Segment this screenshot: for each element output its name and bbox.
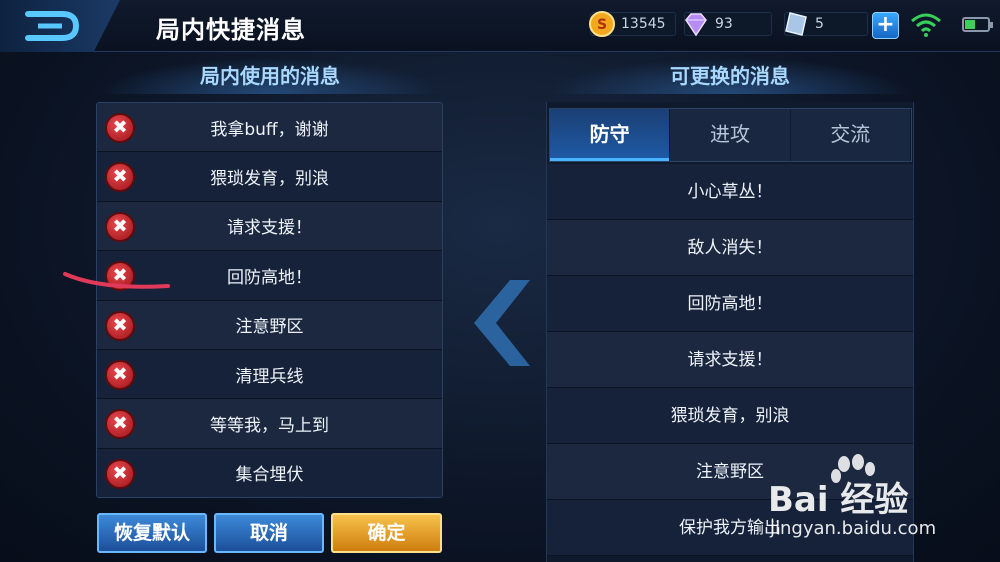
reset-default-button[interactable]: 恢复默认 (97, 513, 207, 553)
list-item[interactable]: ✖ 注意野区 (97, 300, 442, 350)
tab-1[interactable]: 进攻 (670, 109, 791, 161)
chevron-left-icon (474, 280, 530, 366)
voucher-counter: 5 (784, 12, 868, 36)
diamond-icon (685, 13, 707, 37)
page-title: 局内快捷消息 (156, 16, 306, 44)
cancel-button[interactable]: 取消 (214, 513, 324, 553)
tab-2[interactable]: 交流 (791, 109, 911, 161)
remove-icon[interactable]: ✖ (105, 211, 135, 242)
remove-icon[interactable]: ✖ (105, 458, 135, 489)
list-item[interactable]: 回防高地！ (547, 276, 913, 332)
list-item[interactable]: ✖ 请求支援！ (97, 201, 442, 252)
remove-icon[interactable]: ✖ (105, 310, 135, 341)
gold-counter: S 13545 (589, 11, 676, 37)
list-item[interactable]: 敌人消失！ (547, 220, 913, 276)
watermark-brand: Bai 经验 (768, 480, 909, 520)
list-item[interactable]: ✖ 集合埋伏 (97, 448, 442, 497)
remove-icon[interactable]: ✖ (105, 409, 135, 440)
list-item[interactable]: ✖ 清理兵线 (97, 349, 442, 400)
list-item[interactable]: ✖ 等等我，马上到 (97, 399, 442, 449)
back-arrow-icon (25, 11, 80, 41)
gold-coin-icon: S (589, 11, 615, 37)
diamond-counter: 93 (684, 12, 772, 37)
remove-icon[interactable]: ✖ (105, 113, 135, 143)
list-item[interactable]: ✖ 猥琐发育，别浪 (97, 152, 442, 202)
list-item[interactable]: 小心草丛！ (547, 164, 913, 220)
list-item[interactable]: ✖ 我拿buff，谢谢 (97, 103, 442, 153)
list-item-label: 集合埋伏 (235, 465, 304, 486)
top-bar: 局内快捷消息 S 13545 93 5 + (0, 0, 1000, 52)
gold-amount: 13545 (621, 16, 666, 32)
list-item-label: 我拿buff，谢谢 (210, 119, 329, 140)
watermark-url: jingyan.baidu.com (770, 518, 937, 539)
list-item-label: 清理兵线 (235, 366, 304, 387)
list-item-label: 回防高地！ (227, 267, 312, 288)
recharge-plus-button[interactable]: + (872, 12, 899, 39)
diamond-amount: 93 (715, 16, 733, 32)
list-item-label: 猥琐发育，别浪 (210, 169, 329, 190)
annotation-underline (63, 272, 170, 289)
wifi-icon (911, 13, 941, 37)
back-button[interactable] (0, 0, 120, 52)
category-tabs: 防守 进攻 交流 (549, 108, 912, 162)
voucher-icon (785, 12, 807, 36)
list-item[interactable]: 请求支援！ (547, 332, 913, 388)
remove-icon[interactable]: ✖ (105, 359, 135, 390)
voucher-amount: 5 (815, 16, 824, 32)
in-game-message-list: ✖ 我拿buff，谢谢 ✖ 猥琐发育，别浪 ✖ 请求支援！ ✖ 回防高地！ ✖ 注意野区 ✖ 清理兵线… (96, 102, 443, 498)
tab-0[interactable]: 防守 (550, 109, 671, 161)
list-item[interactable]: 猥琐发育，别浪 (547, 388, 913, 444)
list-item-label: 等等我，马上到 (210, 416, 329, 437)
list-item-label: 注意野区 (235, 317, 304, 338)
remove-icon[interactable]: ✖ (105, 162, 135, 193)
left-panel-title: 局内使用的消息 (96, 58, 444, 94)
right-panel-title: 可更换的消息 (546, 58, 914, 94)
list-item-label: 请求支援！ (227, 218, 312, 239)
svg-text:S: S (597, 17, 607, 33)
confirm-button[interactable]: 确定 (331, 513, 442, 553)
battery-icon (962, 17, 993, 32)
